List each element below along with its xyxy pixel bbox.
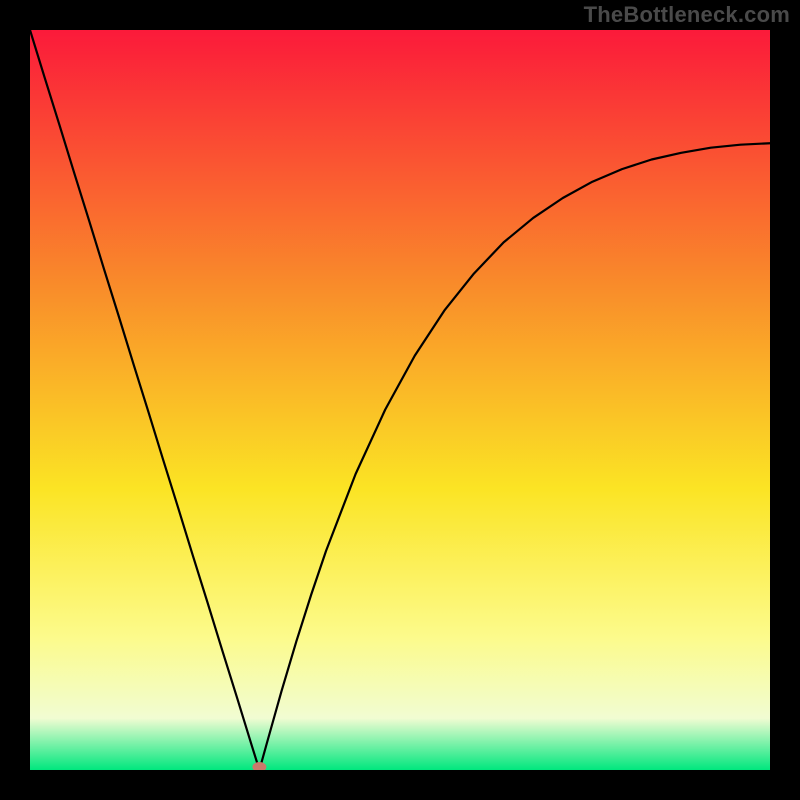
plot-area <box>30 30 770 770</box>
chart-svg <box>30 30 770 770</box>
chart-frame: TheBottleneck.com <box>0 0 800 800</box>
gradient-background <box>30 30 770 770</box>
attribution-label: TheBottleneck.com <box>584 2 790 28</box>
